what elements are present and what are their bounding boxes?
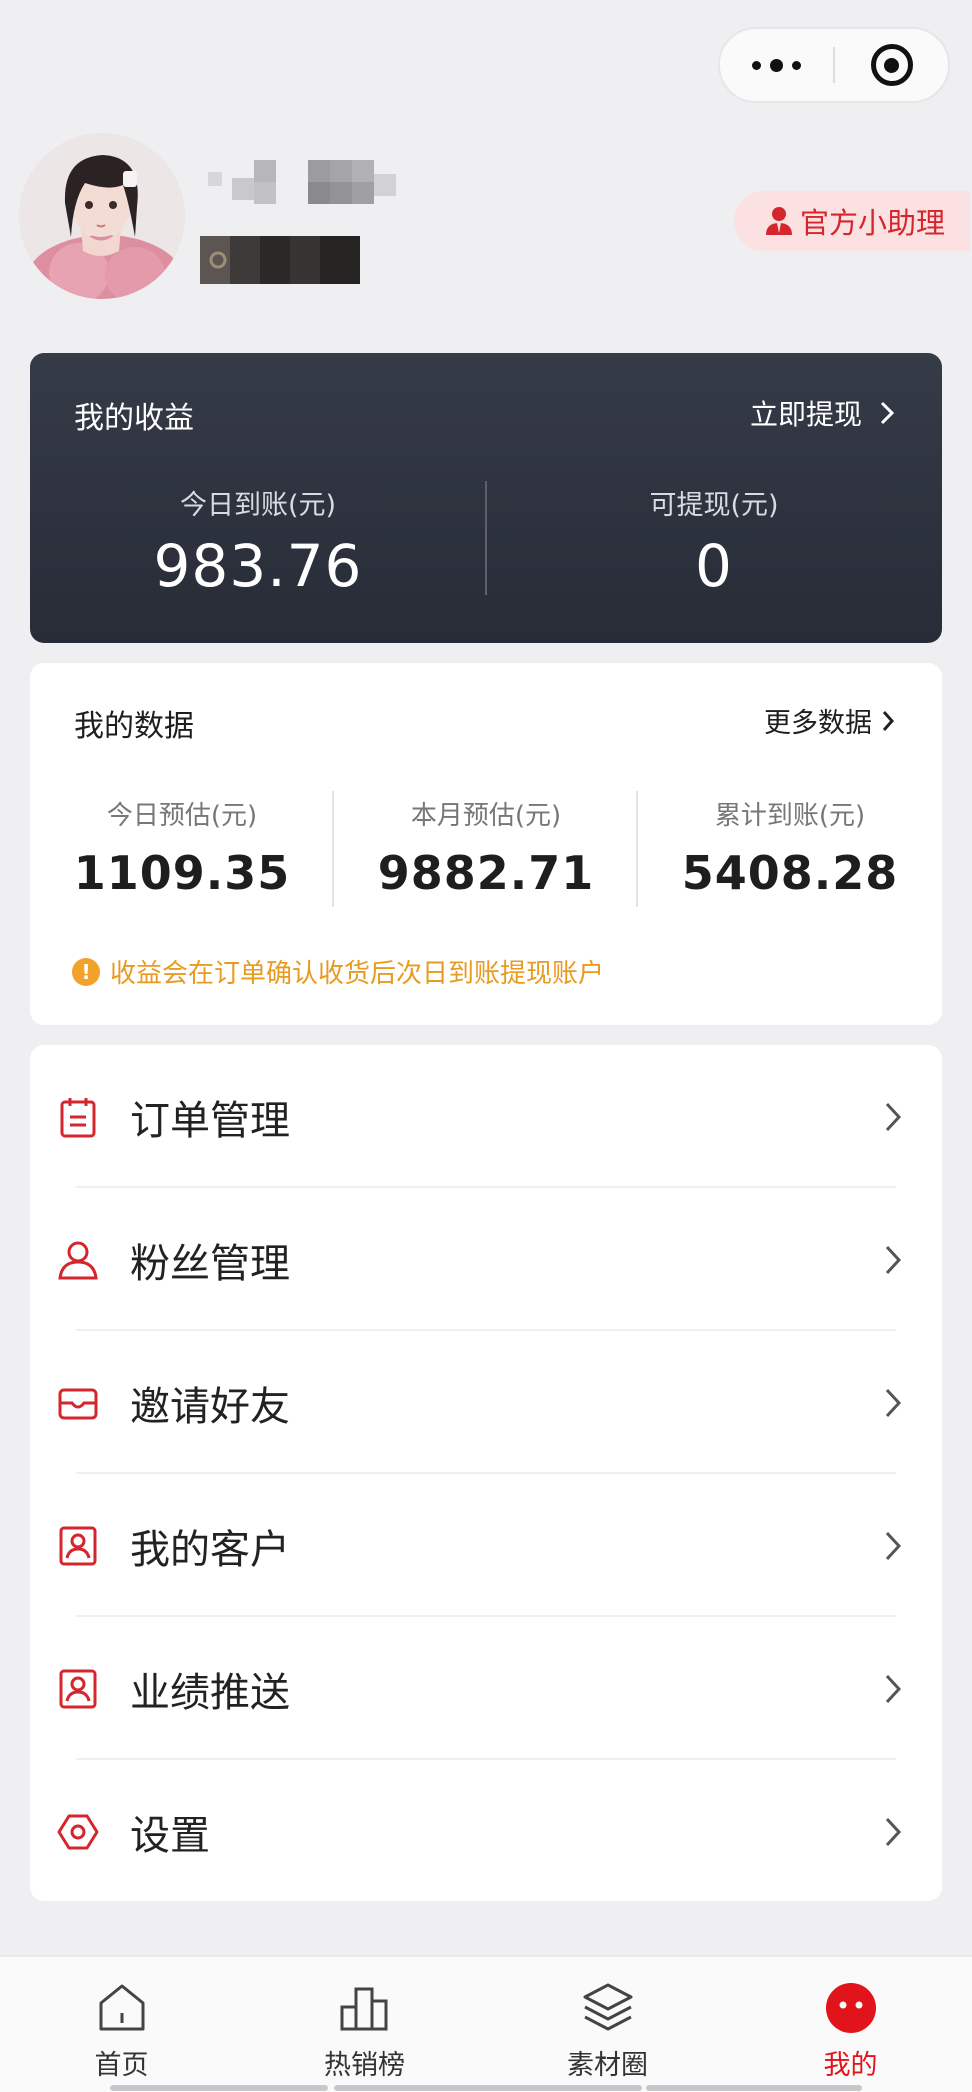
tab-label: 素材圈 — [567, 2050, 648, 2081]
menu-item-label: 邀请好友 — [130, 1383, 290, 1430]
tab-label: 热销榜 — [324, 2050, 405, 2081]
layers-icon — [583, 1983, 632, 2031]
stat-label: 本月预估(元) — [410, 801, 562, 831]
customer-card-icon — [59, 1526, 97, 1565]
menu-item-fans[interactable]: 粉丝管理 — [30, 1188, 942, 1331]
chevron-right-icon — [885, 1245, 902, 1274]
stat-today-estimate: 今日预估(元) 1109.35 — [30, 795, 334, 900]
nickname-mosaic — [198, 152, 410, 210]
more-data-label: 更多数据 — [764, 708, 872, 739]
user-id-mosaic — [200, 232, 360, 288]
withdrawable-stat: 可提现(元) 0 — [486, 483, 942, 600]
earnings-card: 我的收益 立即提现 今日到账(元) 983.76 可提现(元) 0 — [30, 353, 942, 643]
menu-list: 订单管理 粉丝管理 邀请好友 我的客户 业绩推送 设置 — [30, 1045, 942, 1901]
performance-card-icon — [59, 1669, 97, 1708]
menu-item-invite[interactable]: 邀请好友 — [30, 1331, 942, 1474]
menu-item-orders[interactable]: 订单管理 — [30, 1045, 942, 1188]
menu-item-label: 订单管理 — [130, 1097, 290, 1144]
tab-mine[interactable]: 我的 — [729, 1957, 972, 2081]
settings-hexagon-icon — [57, 1814, 99, 1849]
chevron-right-icon — [885, 1102, 902, 1131]
today-arrival-stat: 今日到账(元) 983.76 — [30, 483, 486, 600]
earnings-notice: ! 收益会在订单确认收货后次日到账提现账户 — [72, 953, 604, 990]
tab-materials[interactable]: 素材圈 — [486, 1957, 729, 2081]
menu-item-customers[interactable]: 我的客户 — [30, 1474, 942, 1617]
miniprogram-capsule — [718, 27, 950, 103]
stat-total-arrival: 累计到账(元) 5408.28 — [638, 795, 942, 900]
withdrawable-label: 可提现(元) — [649, 490, 779, 521]
chevron-right-icon — [882, 710, 894, 731]
withdraw-link[interactable]: 立即提现 — [750, 393, 894, 433]
menu-item-performance[interactable]: 业绩推送 — [30, 1617, 942, 1760]
today-arrival-label: 今日到账(元) — [179, 490, 337, 521]
assistant-person-icon — [766, 207, 792, 235]
menu-item-label: 业绩推送 — [130, 1669, 290, 1716]
my-data-title: 我的数据 — [74, 709, 194, 744]
scroll-indicator — [334, 2085, 642, 2091]
withdrawable-value: 0 — [695, 532, 733, 600]
menu-item-label: 设置 — [130, 1812, 210, 1859]
chevron-right-icon — [885, 1531, 902, 1560]
withdraw-label: 立即提现 — [749, 398, 862, 431]
stat-value: 5408.28 — [681, 846, 899, 900]
target-close-icon — [870, 44, 913, 86]
home-icon — [99, 1984, 144, 2031]
invite-envelope-icon — [58, 1388, 98, 1419]
stat-label: 今日预估(元) — [106, 801, 258, 831]
today-arrival-value: 983.76 — [153, 532, 363, 600]
stat-label: 累计到账(元) — [714, 801, 866, 831]
more-data-link[interactable]: 更多数据 — [764, 701, 894, 740]
my-data-card: 我的数据 更多数据 今日预估(元) 1109.35 本月预估(元) 9882.7… — [30, 663, 942, 1025]
tab-home[interactable]: 首页 — [0, 1957, 243, 2081]
assistant-label: 官方小助理 — [800, 206, 946, 240]
menu-item-label: 粉丝管理 — [130, 1240, 290, 1287]
menu-item-label: 我的客户 — [130, 1526, 290, 1573]
tab-label: 我的 — [823, 2050, 878, 2081]
menu-item-settings[interactable]: 设置 — [30, 1760, 942, 1903]
scroll-indicator — [110, 2085, 328, 2091]
bar-chart-icon — [340, 1987, 387, 2031]
chevron-right-icon — [885, 1817, 902, 1846]
chevron-right-icon — [880, 401, 894, 425]
close-button[interactable] — [835, 29, 948, 101]
notice-text: 收益会在订单确认收货后次日到账提现账户 — [110, 959, 605, 989]
stat-month-estimate: 本月预估(元) 9882.71 — [334, 795, 638, 900]
avatar[interactable] — [19, 133, 185, 299]
tab-label: 首页 — [94, 2050, 149, 2081]
more-button[interactable] — [720, 29, 833, 101]
order-clipboard-icon — [60, 1097, 96, 1137]
more-dots-icon — [752, 58, 801, 72]
earnings-title: 我的收益 — [74, 401, 194, 436]
warning-icon: ! — [72, 957, 100, 986]
bottom-tab-bar: 首页 热销榜 素材圈 我的 — [0, 1955, 972, 2092]
scroll-indicator — [646, 2085, 862, 2091]
chevron-right-icon — [885, 1674, 902, 1703]
profile-page: 官方小助理 我的收益 立即提现 今日到账(元) 983.76 可提现(元) 0 … — [0, 0, 972, 2092]
tab-hot-sales[interactable]: 热销榜 — [243, 1957, 486, 2081]
official-assistant-button[interactable]: 官方小助理 — [734, 191, 970, 251]
stat-value: 1109.35 — [73, 846, 291, 900]
mine-face-icon — [825, 1983, 876, 2033]
fans-person-icon — [58, 1241, 98, 1279]
stat-value: 9882.71 — [377, 846, 595, 900]
chevron-right-icon — [885, 1388, 902, 1417]
